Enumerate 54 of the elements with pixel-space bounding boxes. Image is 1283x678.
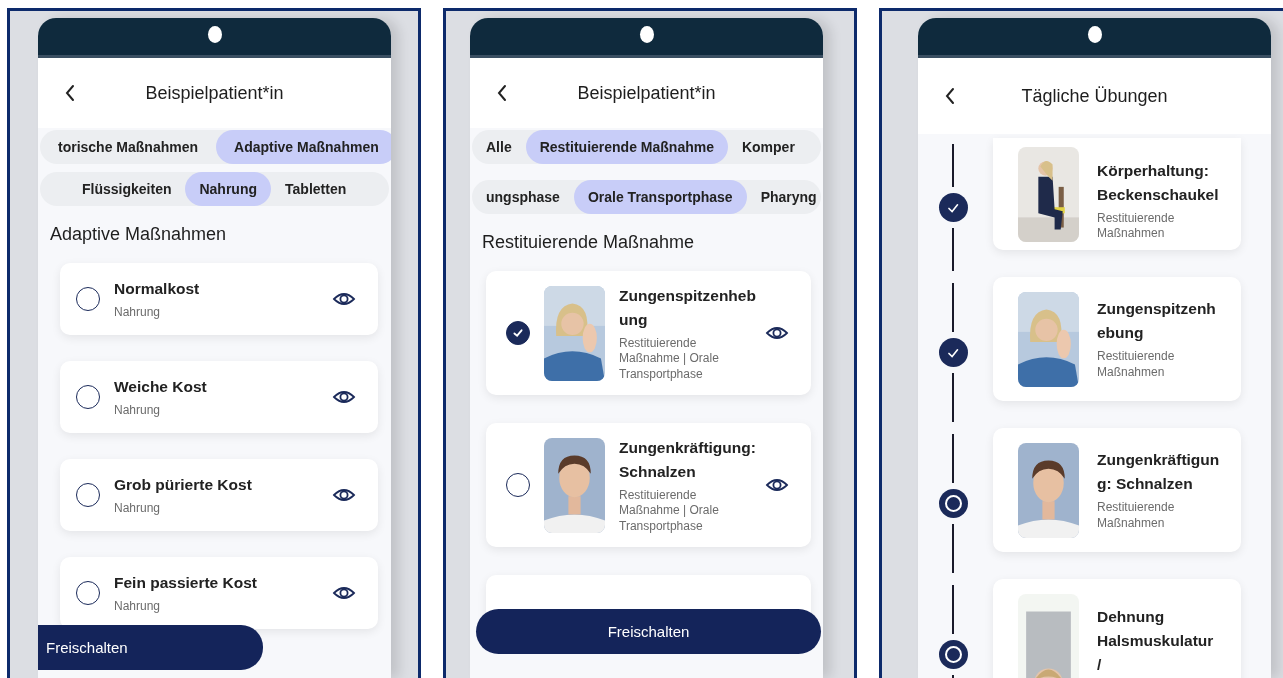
exercise-title: Grob pürierte Kost xyxy=(114,475,253,496)
exercise-category: Nahrung xyxy=(114,599,162,615)
exercise-card[interactable]: Zungenkräftigung: Schnalzen Restituierende Maßnahme | Orale Transportphase xyxy=(486,423,811,547)
exercise-category: Restituierende Maßnahme | Orale Transportphase xyxy=(619,487,720,535)
section-title: Restituierende Maßnahme xyxy=(482,232,696,253)
exercise-card[interactable]: Grob pürierte Kost Nahrung xyxy=(60,459,378,531)
exercise-title: Zungenspitzenhebung xyxy=(1097,299,1217,344)
exercise-category: Restituierende Maßnahmen xyxy=(1097,500,1176,532)
page-title: Beispielpatient*in xyxy=(576,82,717,104)
exercise-card[interactable]: Körperhaltung: Beckenschaukel Restituierende Maßnahmen xyxy=(993,138,1241,250)
exercise-category: Restituierende Maßnahmen xyxy=(1097,349,1176,381)
section-title: Adaptive Maßnahmen xyxy=(50,224,228,245)
exercise-title: Körperhaltung: Beckenschaukel xyxy=(1097,160,1220,205)
exercise-category: Restituierende Maßnahmen xyxy=(1097,210,1176,242)
filter-chip[interactable]: Tabletten xyxy=(271,172,361,206)
exercise-card[interactable]: Weiche Kost Nahrung xyxy=(60,361,378,433)
exercise-card[interactable]: Normalkost Nahrung xyxy=(60,263,378,335)
exercise-title: Normalkost xyxy=(114,279,201,300)
filter-chip[interactable]: Komper xyxy=(727,130,809,164)
unlock-button[interactable]: Freischalten xyxy=(38,625,263,670)
exercise-title: Zungenkräftigung: Schnalzen xyxy=(619,437,757,482)
exercise-title: Dehnung Halsmuskulatur / xyxy=(1097,606,1215,675)
camera-hole xyxy=(207,26,222,43)
exercise-card[interactable]: Zungenkräftigung: Schnalzen Restituierende Maßnahmen xyxy=(993,428,1241,552)
exercise-card[interactable]: Dehnung Halsmuskulatur / xyxy=(993,579,1241,678)
camera-hole xyxy=(1087,26,1102,43)
filter-chip[interactable]: Nahrung xyxy=(185,172,272,206)
exercise-category: Nahrung xyxy=(114,501,162,517)
filter-chip[interactable]: Alle xyxy=(472,130,526,164)
back-icon[interactable] xyxy=(944,86,956,106)
back-icon[interactable] xyxy=(496,83,508,103)
exercise-card[interactable]: Zungenspitzenhebung Restituierende Maßnahme | Orale Transportphase xyxy=(486,271,811,395)
exercise-title: Fein passierte Kost xyxy=(114,573,258,594)
exercise-title: Zungenspitzenhebung xyxy=(619,285,757,330)
page-title: Tägliche Übungen xyxy=(1020,85,1169,107)
camera-hole xyxy=(639,26,654,43)
exercise-category: Nahrung xyxy=(114,403,162,419)
filter-chip[interactable]: Orale Transportphase xyxy=(573,180,747,214)
filter-chip[interactable]: torische Maßnahmen xyxy=(40,130,217,164)
filter-chip[interactable]: Restituierende Maßnahme xyxy=(525,130,728,164)
exercise-card[interactable]: Zungenspitzenhebung Restituierende Maßnahmen xyxy=(993,277,1241,401)
radio-button[interactable] xyxy=(506,321,530,345)
exercise-category: Restituierende Maßnahme | Orale Transportphase xyxy=(619,335,720,383)
filter-chip[interactable]: ungsphase xyxy=(472,180,574,214)
filter-chip[interactable]: Adaptive Maßnahmen xyxy=(216,130,391,164)
back-icon[interactable] xyxy=(64,83,76,103)
exercise-category: Nahrung xyxy=(114,305,162,321)
filter-chip[interactable]: Pharyng xyxy=(746,180,823,214)
filter-chip[interactable]: Flüssigkeiten xyxy=(68,172,186,206)
exercise-title: Weiche Kost xyxy=(114,377,208,398)
page-title: Beispielpatient*in xyxy=(144,82,285,104)
exercise-title: Zungenkräftigung: Schnalzen xyxy=(1097,450,1221,495)
unlock-button[interactable]: Freischalten xyxy=(476,609,821,654)
exercise-card[interactable]: Fein passierte Kost Nahrung xyxy=(60,557,378,629)
